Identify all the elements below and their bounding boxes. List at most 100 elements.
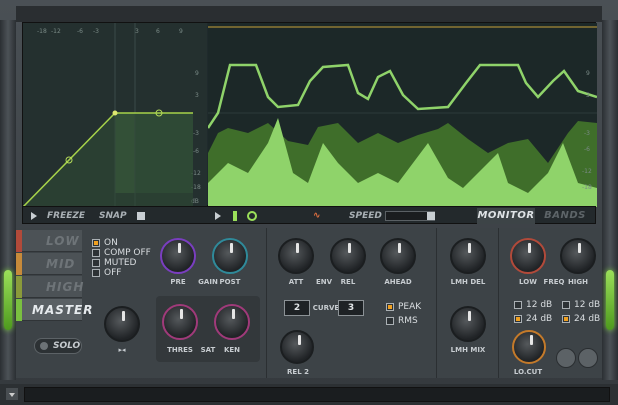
waveform-monitor: 9 3 -3 -6 -12 -18 (208, 23, 597, 207)
att-knob[interactable] (278, 238, 314, 274)
band-master-label: MASTER (32, 303, 94, 317)
lmh-del-label: LMH DEL (450, 278, 486, 286)
wave-tick: -18 (582, 184, 592, 191)
rel-knob[interactable] (330, 238, 366, 274)
detect-peak-label: PEAK (398, 302, 422, 312)
ahead-label: AHEAD (384, 278, 412, 286)
arrow-down-icon[interactable] (556, 348, 576, 368)
wave-play-icon[interactable] (213, 209, 223, 223)
curve-side-tick: -6 (193, 148, 199, 155)
rel-label: REL (340, 278, 356, 286)
band-low-label: LOW (46, 234, 80, 248)
curve-top-tick: 9 (179, 28, 183, 35)
hint-bar (24, 387, 610, 402)
post-label: POST (219, 278, 241, 286)
plugin-window: -18 -12 -6 -3 3 6 9 9 3 -3 -6 -12 -18 dB (0, 0, 618, 405)
band-selector: LOW MID HIGH MASTER (16, 228, 93, 378)
wave-tick: 9 (586, 70, 590, 77)
menu-dropdown-icon[interactable] (6, 388, 18, 400)
curve-top-tick: -6 (77, 28, 83, 35)
low-slope-24[interactable]: 24 dB (514, 314, 552, 324)
lmh-mix-label: LMH MIX (450, 346, 486, 354)
rel2-label: REL 2 (287, 368, 309, 376)
option-on-label: ON (104, 238, 118, 248)
mix-knob[interactable] (104, 306, 140, 342)
title-strip (16, 6, 602, 22)
curve-side-tick: -3 (193, 130, 199, 137)
bottom-bar (0, 384, 618, 405)
band-low[interactable]: LOW (16, 230, 82, 252)
wave-tick: 3 (586, 92, 590, 99)
play-icon[interactable] (29, 209, 39, 223)
detect-rms-label: RMS (398, 316, 418, 326)
low-slope-12[interactable]: 12 dB (514, 300, 552, 310)
low-slope-12-label: 12 dB (526, 300, 553, 310)
lo-cut-knob[interactable] (512, 330, 546, 364)
transfer-curve-graph[interactable]: -18 -12 -6 -3 3 6 9 9 3 -3 -6 -12 -18 dB (23, 23, 207, 207)
lmh-mix-knob[interactable] (450, 306, 486, 342)
mode-wave-icon[interactable]: ∿ (313, 209, 321, 223)
freeze-button[interactable]: FREEZE (47, 209, 85, 223)
option-off[interactable]: OFF (92, 268, 121, 278)
detect-rms[interactable]: RMS (386, 316, 418, 326)
mode-circle-icon[interactable] (247, 211, 257, 221)
tab-monitor[interactable]: MONITOR (477, 208, 535, 224)
speed-label: SPEED (349, 211, 382, 221)
band-mid-label: MID (46, 257, 76, 271)
knee-label: KEN (223, 346, 241, 354)
option-comp-off[interactable]: COMP OFF (92, 248, 151, 258)
lmh-del-knob[interactable] (450, 238, 486, 274)
high-knob[interactable] (560, 238, 596, 274)
high-slope-12[interactable]: 12 dB (562, 300, 600, 310)
divider (498, 228, 499, 378)
low-knob[interactable] (510, 238, 546, 274)
option-on[interactable]: ON (92, 238, 118, 248)
control-panel: LOW MID HIGH MASTER SOLO ON COMP OFF MUT… (16, 228, 602, 378)
mode-bar-icon[interactable] (233, 211, 237, 221)
tab-bands[interactable]: BANDS (537, 208, 593, 224)
display-toolbar: FREEZE SNAP ∿ SPEED MONITOR BANDS (22, 206, 596, 224)
curve-side-tick: 9 (195, 70, 199, 77)
left-level-meter (0, 20, 16, 380)
curve-top-tick: -3 (93, 28, 99, 35)
snap-toggle-icon[interactable] (137, 212, 145, 220)
right-level-meter (602, 20, 618, 380)
high-slope-24[interactable]: 24 dB (562, 314, 600, 324)
option-muted-label: MUTED (104, 258, 137, 268)
low-slope-24-label: 24 dB (526, 314, 553, 324)
wave-tick: -6 (584, 146, 590, 153)
speed-handle-icon[interactable] (427, 212, 435, 220)
lo-cut-label: LO.CUT (513, 368, 543, 376)
arrow-updown-icon[interactable] (578, 348, 598, 368)
band-high[interactable]: HIGH (16, 276, 85, 298)
band-mid[interactable]: MID (16, 253, 82, 275)
option-off-label: OFF (104, 268, 122, 278)
thres-knob[interactable] (162, 304, 198, 340)
display-area: -18 -12 -6 -3 3 6 9 9 3 -3 -6 -12 -18 dB (22, 22, 597, 207)
curve-side-tick: 3 (195, 92, 199, 99)
option-muted[interactable]: MUTED (92, 258, 136, 268)
ahead-knob[interactable] (380, 238, 416, 274)
solo-button[interactable]: SOLO (34, 338, 82, 354)
band-master[interactable]: MASTER (16, 299, 93, 321)
high-slope-12-label: 12 dB (574, 300, 601, 310)
band-high-label: HIGH (46, 280, 85, 294)
post-knob[interactable] (212, 238, 248, 274)
high-slope-24-label: 24 dB (574, 314, 601, 324)
option-comp-off-label: COMP OFF (104, 248, 151, 258)
wave-tick: -12 (582, 168, 592, 175)
high-label: HIGH (567, 278, 589, 286)
divider (266, 228, 267, 378)
wave-tick: -3 (584, 130, 590, 137)
mix-icon: ▸◂ (118, 346, 126, 354)
curve-top-tick: -18 (37, 28, 47, 35)
curve-top-tick: 3 (135, 28, 139, 35)
snap-button[interactable]: SNAP (99, 209, 127, 223)
curve-top-tick: 6 (156, 28, 160, 35)
detect-peak[interactable]: PEAK (386, 302, 421, 312)
pre-knob[interactable] (160, 238, 196, 274)
knee-knob[interactable] (214, 304, 250, 340)
rel2-knob[interactable] (280, 330, 314, 364)
curve-right-value[interactable]: 3 (338, 300, 364, 316)
curve-top-tick: -12 (51, 28, 61, 35)
